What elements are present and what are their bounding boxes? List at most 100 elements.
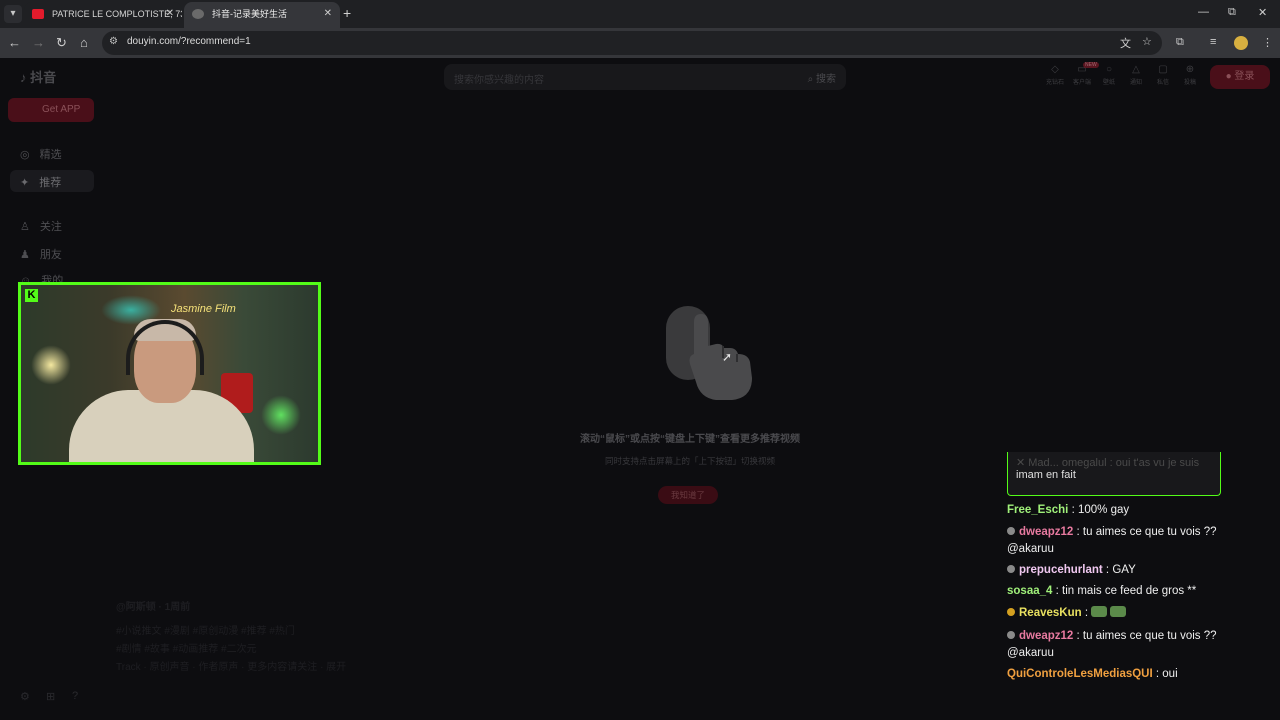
top-icon-label: 通知 [1129, 80, 1142, 86]
new-tab-button[interactable]: + [343, 5, 351, 21]
video-author[interactable]: @阿斯顿 · 1周前 [116, 598, 190, 613]
video-caption-line: #小说推文 #漫剧 #原创动漫 #推荐 #热门 [116, 626, 295, 637]
sidebar-item-label: 精选 [39, 149, 62, 161]
got-it-button[interactable]: 我知道了 [658, 486, 718, 504]
get-app-button[interactable]: Get APP [8, 98, 94, 122]
login-label: 登录 [1234, 71, 1255, 82]
highlighted-chat-message: ✕ Mad... omegalul : oui t'as vu je suis … [1007, 452, 1221, 496]
browser-tab-youtube[interactable]: PATRICE LE COMPLOTISTE, 73 A ✕ [24, 2, 182, 28]
sidebar-item-friends[interactable]: ♟ 朋友 [20, 246, 62, 262]
pepe-emote-icon [1091, 606, 1108, 617]
new-badge: NEW [1083, 62, 1099, 68]
chat-message: dweapz12 : tu aimes ce que tu vois ?? @a… [1007, 630, 1217, 659]
bookmark-star-icon[interactable]: ☆ [1142, 35, 1152, 48]
douyin-favicon-icon [192, 9, 204, 19]
chat-username: QuiControleLesMediasQUI [1007, 668, 1153, 680]
search-input[interactable]: 搜索你感兴趣的内容 ⌕ 搜索 [444, 64, 846, 90]
tab-close-icon[interactable]: ✕ [324, 2, 332, 26]
notification-top-button[interactable]: △ 通知 [1126, 64, 1146, 86]
wallpaper-top-button[interactable]: ○ 壁纸 [1099, 64, 1119, 86]
pinned-message-text: imam en fait [1016, 469, 1076, 481]
back-arrow-icon[interactable]: ← [8, 35, 21, 50]
bell-icon: △ [1132, 64, 1140, 75]
video-caption-line: #剧情 #故事 #动画推荐 #二次元 [116, 644, 257, 655]
restore-button[interactable]: ⧉ [1228, 6, 1236, 19]
search-button[interactable]: ⌕ 搜索 [808, 70, 836, 85]
chat-badge-icon [1007, 608, 1015, 616]
youtube-favicon-icon [32, 9, 44, 19]
media-control-icon[interactable]: ≡ [1210, 36, 1216, 48]
site-info-icon[interactable]: ⚙ [109, 36, 118, 47]
chat-message: prepucehurlant : GAY [1007, 562, 1232, 579]
top-icon-label: 客户端 [1072, 80, 1091, 86]
bulb-icon: ○ [1105, 64, 1113, 75]
browser-tab-strip: ▾ PATRICE LE COMPLOTISTE, 73 A ✕ 抖音-记录美好… [0, 0, 1280, 28]
chat-username: sosaa_4 [1007, 585, 1053, 597]
chat-text: GAY [1112, 564, 1136, 576]
top-icon-label: 壁纸 [1102, 80, 1115, 86]
sidebar-item-label: 关注 [39, 221, 62, 233]
douyin-logo[interactable]: ♪ 抖音 [20, 67, 56, 86]
browser-tab-douyin[interactable]: 抖音-记录美好生活 ✕ [184, 2, 340, 28]
chat-username: ReavesKun [1019, 607, 1082, 619]
pepe-emote-icon [1110, 606, 1127, 617]
chat-text: oui [1162, 668, 1178, 680]
chat-message: QuiControleLesMediasQUI : oui [1007, 668, 1178, 680]
apps-grid-icon[interactable]: ⊞ [46, 690, 55, 703]
chat-text: 100% gay [1077, 504, 1130, 516]
green-light [261, 395, 301, 435]
kick-logo-icon: K [25, 289, 38, 302]
tab-title: PATRICE LE COMPLOTISTE, 73 A [52, 9, 182, 19]
streamer-webcam-overlay: Jasmine Film K [18, 282, 321, 465]
stream-chat-overlay: ✕ Mad... omegalul : oui t'as vu je suis … [1002, 452, 1232, 720]
url-text[interactable]: douyin.com/?recommend=1 [127, 36, 251, 47]
search-button-label: 搜索 [816, 74, 836, 85]
help-icon[interactable]: ? [72, 690, 78, 702]
fairy-lights [31, 345, 71, 385]
upload-top-button[interactable]: ⊕ 投稿 [1180, 64, 1200, 86]
sidebar-item-following[interactable]: ♙ 关注 [20, 218, 62, 234]
translate-icon[interactable]: 文 [1120, 35, 1131, 51]
chat-message: dweapz12 : tu aimes ce que tu vois ?? @a… [1007, 526, 1217, 555]
settings-icon[interactable]: ⚙ [20, 690, 30, 703]
forward-arrow-icon[interactable]: → [32, 35, 45, 50]
diamond-top-button[interactable]: ◇ 充钻石 [1045, 64, 1065, 86]
tab-title: 抖音-记录美好生活 [212, 9, 287, 19]
sidebar-item-label: 朋友 [39, 249, 62, 261]
profile-avatar-icon[interactable] [1234, 36, 1248, 50]
top-icon-label: 私信 [1156, 80, 1169, 86]
chat-username: prepucehurlant [1019, 564, 1103, 576]
neon-sign: Jasmine Film [171, 303, 236, 315]
video-caption-line: Track · 原创声音 · 作者原声 · 更多内容请关注 · 展开 [116, 662, 347, 673]
browser-menu-icon[interactable]: ⋮ [1262, 36, 1273, 49]
plus-icon: ⊕ [1185, 64, 1195, 75]
sidebar-item-featured[interactable]: ◎ 精选 [20, 146, 62, 162]
chat-username: dweapz12 [1019, 630, 1074, 642]
message-icon: ▢ [1158, 64, 1168, 75]
top-icon-label: 投稿 [1183, 80, 1196, 86]
sidebar-item-recommend[interactable]: ✦ 推荐 [10, 170, 94, 192]
message-top-button[interactable]: ▢ 私信 [1153, 64, 1173, 86]
user-follow-icon: ♙ [20, 221, 30, 233]
chat-badge-icon [1007, 527, 1015, 535]
tab-close-icon[interactable]: ✕ [166, 2, 174, 26]
user-icon: ● [1225, 71, 1232, 82]
chat-message: Free_Eschi : 100% gay [1007, 504, 1130, 516]
top-icon-label: 充钻石 [1045, 80, 1064, 86]
minimize-button[interactable]: — [1198, 6, 1209, 18]
close-window-button[interactable]: ✕ [1258, 6, 1267, 19]
address-bar[interactable]: ⚙ douyin.com/?recommend=1 文 ☆ [102, 31, 1162, 55]
chat-message: sosaa_4 : tin mais ce feed de gros ** [1007, 585, 1197, 597]
chat-username: Free_Eschi [1007, 504, 1069, 516]
extensions-icon[interactable]: ⧉ [1176, 36, 1184, 49]
logo-text: 抖音 [30, 70, 57, 85]
chat-badge-icon [1007, 565, 1015, 573]
sidebar-item-label: 推荐 [39, 177, 62, 189]
pinned-message-partial: ✕ Mad... omegalul : oui t'as vu je suis [1016, 457, 1200, 469]
home-icon[interactable]: ⌂ [80, 35, 88, 50]
login-button[interactable]: ● 登录 [1210, 65, 1270, 89]
scroll-hint-subtitle: 同时支持点击屏幕上的「上下按钮」切换视频 [604, 456, 775, 466]
tab-search-icon[interactable]: ▾ [4, 5, 22, 23]
chat-text: tin mais ce feed de gros ** [1062, 585, 1197, 597]
reload-icon[interactable]: ↻ [56, 35, 67, 51]
